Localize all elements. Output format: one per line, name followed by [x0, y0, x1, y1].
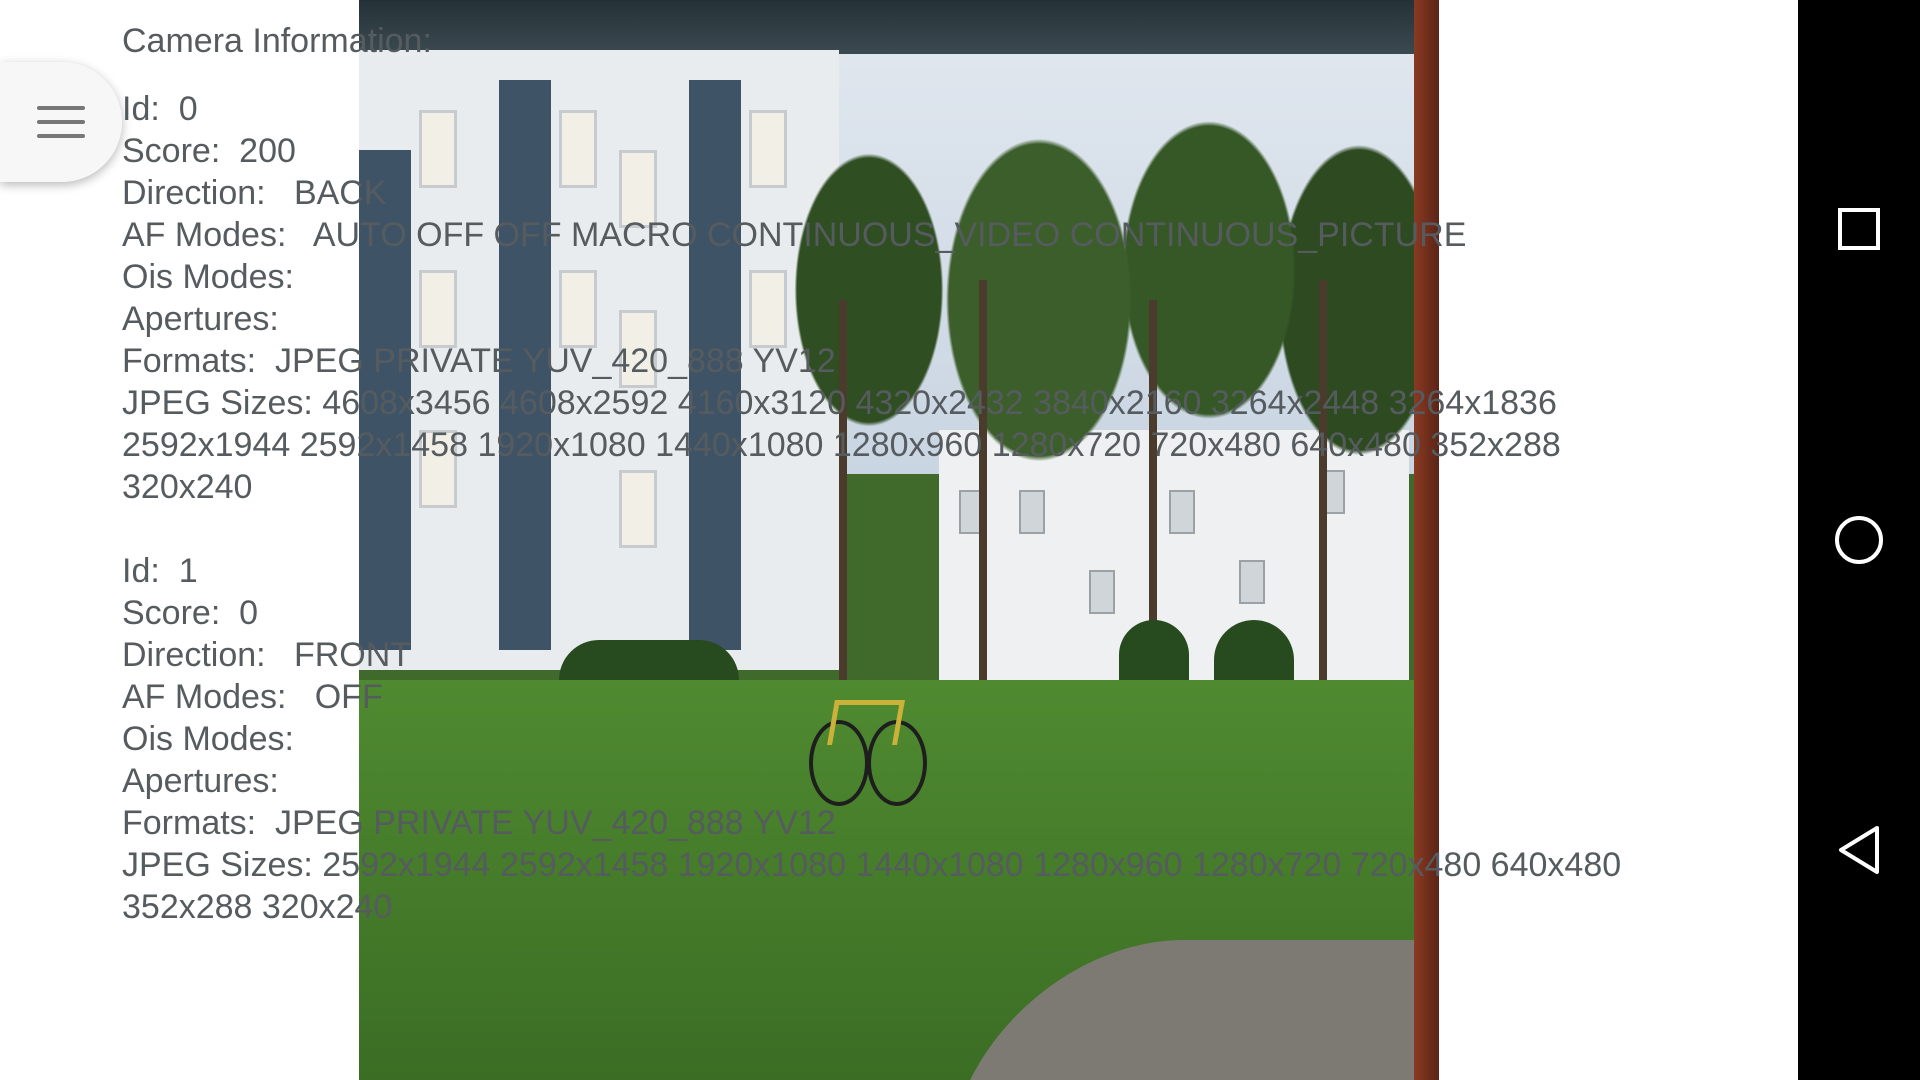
square-recents-icon	[1838, 208, 1880, 250]
circle-home-icon	[1835, 516, 1883, 564]
camera-id: Id: 0	[122, 90, 198, 128]
recents-button[interactable]	[1829, 199, 1889, 259]
camera-block-1: Id: 1 Score: 0 Direction: FRONT AF Modes…	[122, 550, 1682, 928]
camera-id: Id: 1	[122, 552, 198, 590]
camera-apertures: Apertures:	[122, 300, 279, 338]
camera-block-0: Id: 0 Score: 200 Direction: BACK AF Mode…	[122, 88, 1682, 508]
navigation-bar	[1798, 0, 1920, 1080]
camera-ois-modes: Ois Modes:	[122, 720, 294, 758]
triangle-back-icon	[1839, 826, 1879, 874]
menu-button[interactable]	[0, 62, 122, 182]
back-button[interactable]	[1829, 820, 1889, 880]
camera-af-modes: AF Modes: OFF	[122, 678, 383, 716]
camera-formats: Formats: JPEG PRIVATE YUV_420_888 YV12	[122, 804, 836, 842]
camera-info-title: Camera Information:	[122, 22, 432, 60]
camera-direction: Direction: FRONT	[122, 636, 412, 674]
camera-direction: Direction: BACK	[122, 174, 387, 212]
camera-info-panel: Camera Information: Id: 0 Score: 200 Dir…	[122, 20, 1682, 928]
home-button[interactable]	[1829, 510, 1889, 570]
camera-jpeg-sizes: JPEG Sizes: 4608x3456 4608x2592 4160x312…	[122, 384, 1561, 506]
camera-score: Score: 0	[122, 594, 259, 632]
hamburger-menu-icon	[37, 106, 85, 138]
camera-formats: Formats: JPEG PRIVATE YUV_420_888 YV12	[122, 342, 836, 380]
camera-ois-modes: Ois Modes:	[122, 258, 294, 296]
camera-score: Score: 200	[122, 132, 296, 170]
camera-jpeg-sizes: JPEG Sizes: 2592x1944 2592x1458 1920x108…	[122, 846, 1622, 926]
camera-apertures: Apertures:	[122, 762, 279, 800]
camera-af-modes: AF Modes: AUTO OFF OFF MACRO CONTINUOUS_…	[122, 216, 1467, 254]
